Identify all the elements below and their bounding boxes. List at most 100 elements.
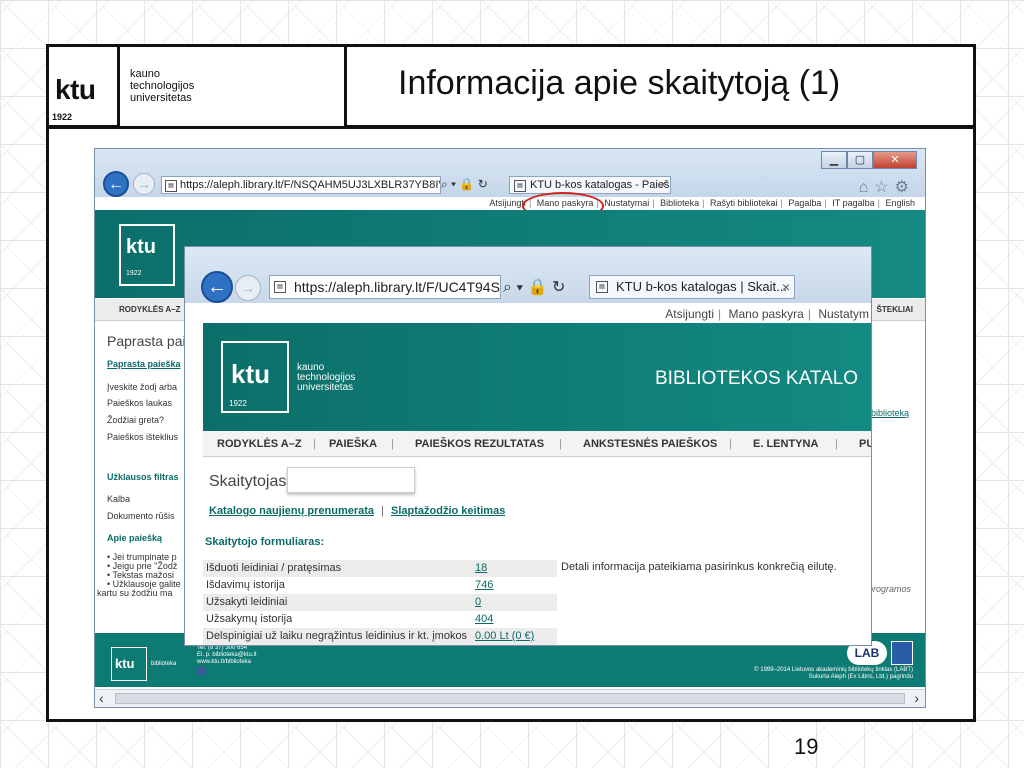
form-heading: Skaitytojo formuliaras: — [205, 536, 325, 548]
right-text: programos — [867, 584, 911, 594]
page-icon: ▤ — [596, 281, 608, 293]
front-tab-title: KTU b-kos katalogas | Skait... — [616, 279, 787, 294]
tab-close-icon[interactable]: × — [782, 276, 790, 298]
sidebar-heading: Paprasta paie — [107, 333, 194, 349]
subscription-link[interactable]: Katalogo naujienų prenumerata — [209, 505, 374, 517]
back-tab[interactable]: ▤ KTU b-kos katalogas - Paieš... × — [509, 176, 671, 194]
right-link[interactable]: biblioteką — [871, 408, 909, 418]
table-row: Delspinigiai už laiku negrąžintus leidin… — [203, 628, 557, 645]
top-link[interactable]: IT pagalba — [832, 198, 874, 208]
top-link[interactable]: Mano paskyra — [728, 307, 803, 321]
back-tab-title: KTU b-kos katalogas - Paieš... — [530, 179, 671, 191]
detail-info-text: Detali informacija pateikiama pasirinkus… — [561, 561, 837, 573]
top-link[interactable]: English — [885, 198, 915, 208]
password-change-link[interactable]: Slaptažodžio keitimas — [391, 505, 505, 517]
nav-item-ankstesnes[interactable]: ANKSTESNĖS PAIEŠKOS — [583, 438, 717, 450]
home-star-gear-icons[interactable]: ⌂☆⚙ — [859, 177, 915, 197]
row-value-link[interactable]: 18 — [475, 560, 487, 576]
table-row: Užsakymų istorija 404 — [203, 611, 557, 628]
footer-copyright: © 1999–2014 Lietuvos akademinių bibliote… — [754, 667, 913, 681]
logo-line: technologijos — [130, 80, 195, 92]
back-nav-item[interactable]: ŠTEKLIAI — [877, 305, 913, 314]
front-logo-year: 1922 — [229, 399, 247, 408]
copyright-line: © 1999–2014 Lietuvos akademinių bibliote… — [754, 667, 913, 673]
contact-line: El. p. biblioteka@ktu.lt — [197, 652, 257, 658]
row-label: Užsakyti leidiniai — [206, 596, 288, 608]
about-heading: Apie paiešką — [107, 533, 163, 543]
copyright-line: Sukurta Aleph (Ex Libris, Ltd.) pagrindu — [808, 674, 913, 680]
row-value-link[interactable]: 404 — [475, 611, 493, 627]
horizontal-scrollbar[interactable]: ‹ › — [95, 689, 925, 707]
sidebar-link[interactable]: Paprasta paieška — [107, 359, 181, 369]
reader-label: Skaitytojas: — [209, 473, 291, 490]
top-link[interactable]: Nustatym — [818, 307, 869, 321]
slide-title: Informacija apie skaitytoją (1) — [398, 64, 841, 102]
nav-item-rezultatas[interactable]: PAIEŠKOS REZULTATAS — [415, 438, 544, 450]
back-url: https://aleph.library.lt/F/NSQAHM5UJ3LXB… — [180, 179, 441, 191]
back-logo: ktu 1922 — [119, 224, 175, 286]
social-icons[interactable] — [891, 641, 913, 665]
footer-logo-sub: biblioteka — [151, 661, 177, 667]
minimize-button[interactable]: ▁ — [821, 151, 847, 169]
scroll-left-icon[interactable]: ‹ — [99, 690, 104, 706]
tab-close-icon[interactable]: × — [660, 177, 666, 193]
row-label: Išduoti leidiniai / pratęsimas — [206, 562, 342, 574]
footer-logo: ktu — [111, 647, 147, 681]
sidebar-line: Įveskite žodį arba — [107, 382, 178, 392]
contact-line: Tel. (8 37) 300 654 — [197, 645, 248, 651]
row-value-link[interactable]: 0 — [475, 594, 481, 610]
front-url: https://aleph.library.lt/F/UC4T94SUS. — [294, 279, 501, 295]
page-icon: ▤ — [165, 180, 177, 192]
page-number: 19 — [794, 734, 819, 759]
row-label: Užsakymų istorija — [206, 613, 293, 625]
top-link[interactable]: Rašyti bibliotekai — [710, 198, 778, 208]
slide-logo-text: kauno technologijos universitetas — [130, 68, 194, 104]
top-link[interactable]: Atsijungti — [665, 307, 714, 321]
forward-arrow-icon[interactable]: → — [133, 173, 155, 195]
back-nav-item[interactable]: RODYKLĖS A–Z — [119, 305, 181, 314]
logo-line: kauno — [130, 68, 160, 80]
filter-line: Dokumento rūšis — [107, 511, 175, 521]
filter-heading: Užklausos filtras — [107, 472, 179, 482]
back-address-bar[interactable]: ▤ https://aleph.library.lt/F/NSQAHM5UJ3L… — [161, 176, 441, 194]
top-link[interactable]: Pagalba — [788, 198, 821, 208]
window-controls: ▁ ▢ ✕ — [821, 151, 917, 169]
facebook-icon[interactable] — [197, 667, 205, 675]
search-refresh-icons[interactable]: ⌕ ▾ 🔒 ↻ — [503, 277, 565, 297]
table-row: Išdavimų istorija 746 — [203, 577, 557, 594]
catalog-title: BIBLIOTEKOS KATALO — [655, 368, 859, 389]
top-link[interactable]: Biblioteka — [660, 198, 699, 208]
front-top-links: Atsijungti | Mano paskyra | Nustatym — [665, 307, 869, 321]
nav-item-pu[interactable]: PU — [859, 438, 871, 450]
close-button[interactable]: ✕ — [873, 151, 917, 169]
back-logo-year: 1922 — [126, 270, 142, 277]
scroll-thumb[interactable] — [115, 693, 905, 704]
forward-arrow-icon[interactable]: → — [235, 275, 261, 301]
row-value-link[interactable]: 0.00 Lt (0 €) — [475, 628, 534, 644]
table-row: Išduoti leidiniai / pratęsimas 18 — [203, 560, 557, 577]
slide-logo-year: 1922 — [52, 112, 73, 122]
front-tab[interactable]: ▤ KTU b-kos katalogas | Skait... × — [589, 275, 795, 299]
row-value-link[interactable]: 746 — [475, 577, 493, 593]
page-icon: ▤ — [274, 281, 286, 293]
back-arrow-icon[interactable]: ← — [201, 271, 233, 303]
filter-line: Kalba — [107, 494, 131, 504]
page-icon: ▤ — [514, 180, 526, 192]
about-line: kartu su žodžiu ma — [97, 588, 173, 598]
nav-item-rodykles[interactable]: RODYKLĖS A–Z — [217, 438, 302, 450]
front-address-bar[interactable]: ▤ https://aleph.library.lt/F/UC4T94SUS. — [269, 275, 501, 299]
title-divider — [46, 126, 976, 129]
front-logo: ktu 1922 — [221, 341, 289, 413]
slide-logo: ktu — [55, 74, 96, 105]
front-logo-text: kauno technologijos universitetas — [297, 363, 355, 393]
search-refresh-icons[interactable]: ⌕ ▾ 🔒 ↻ — [441, 177, 488, 192]
maximize-button[interactable]: ▢ — [847, 151, 873, 169]
top-link[interactable]: Nustatymai — [604, 198, 649, 208]
back-arrow-icon[interactable]: ← — [103, 171, 129, 197]
top-link[interactable]: Atsijungti — [489, 198, 526, 208]
scroll-right-icon[interactable]: › — [914, 690, 919, 706]
nav-item-paieska[interactable]: PAIEŠKA — [329, 438, 377, 450]
nav-item-lentyna[interactable]: E. LENTYNA — [753, 438, 818, 450]
reader-name-field — [287, 467, 415, 493]
row-label: Išdavimų istorija — [206, 579, 285, 591]
